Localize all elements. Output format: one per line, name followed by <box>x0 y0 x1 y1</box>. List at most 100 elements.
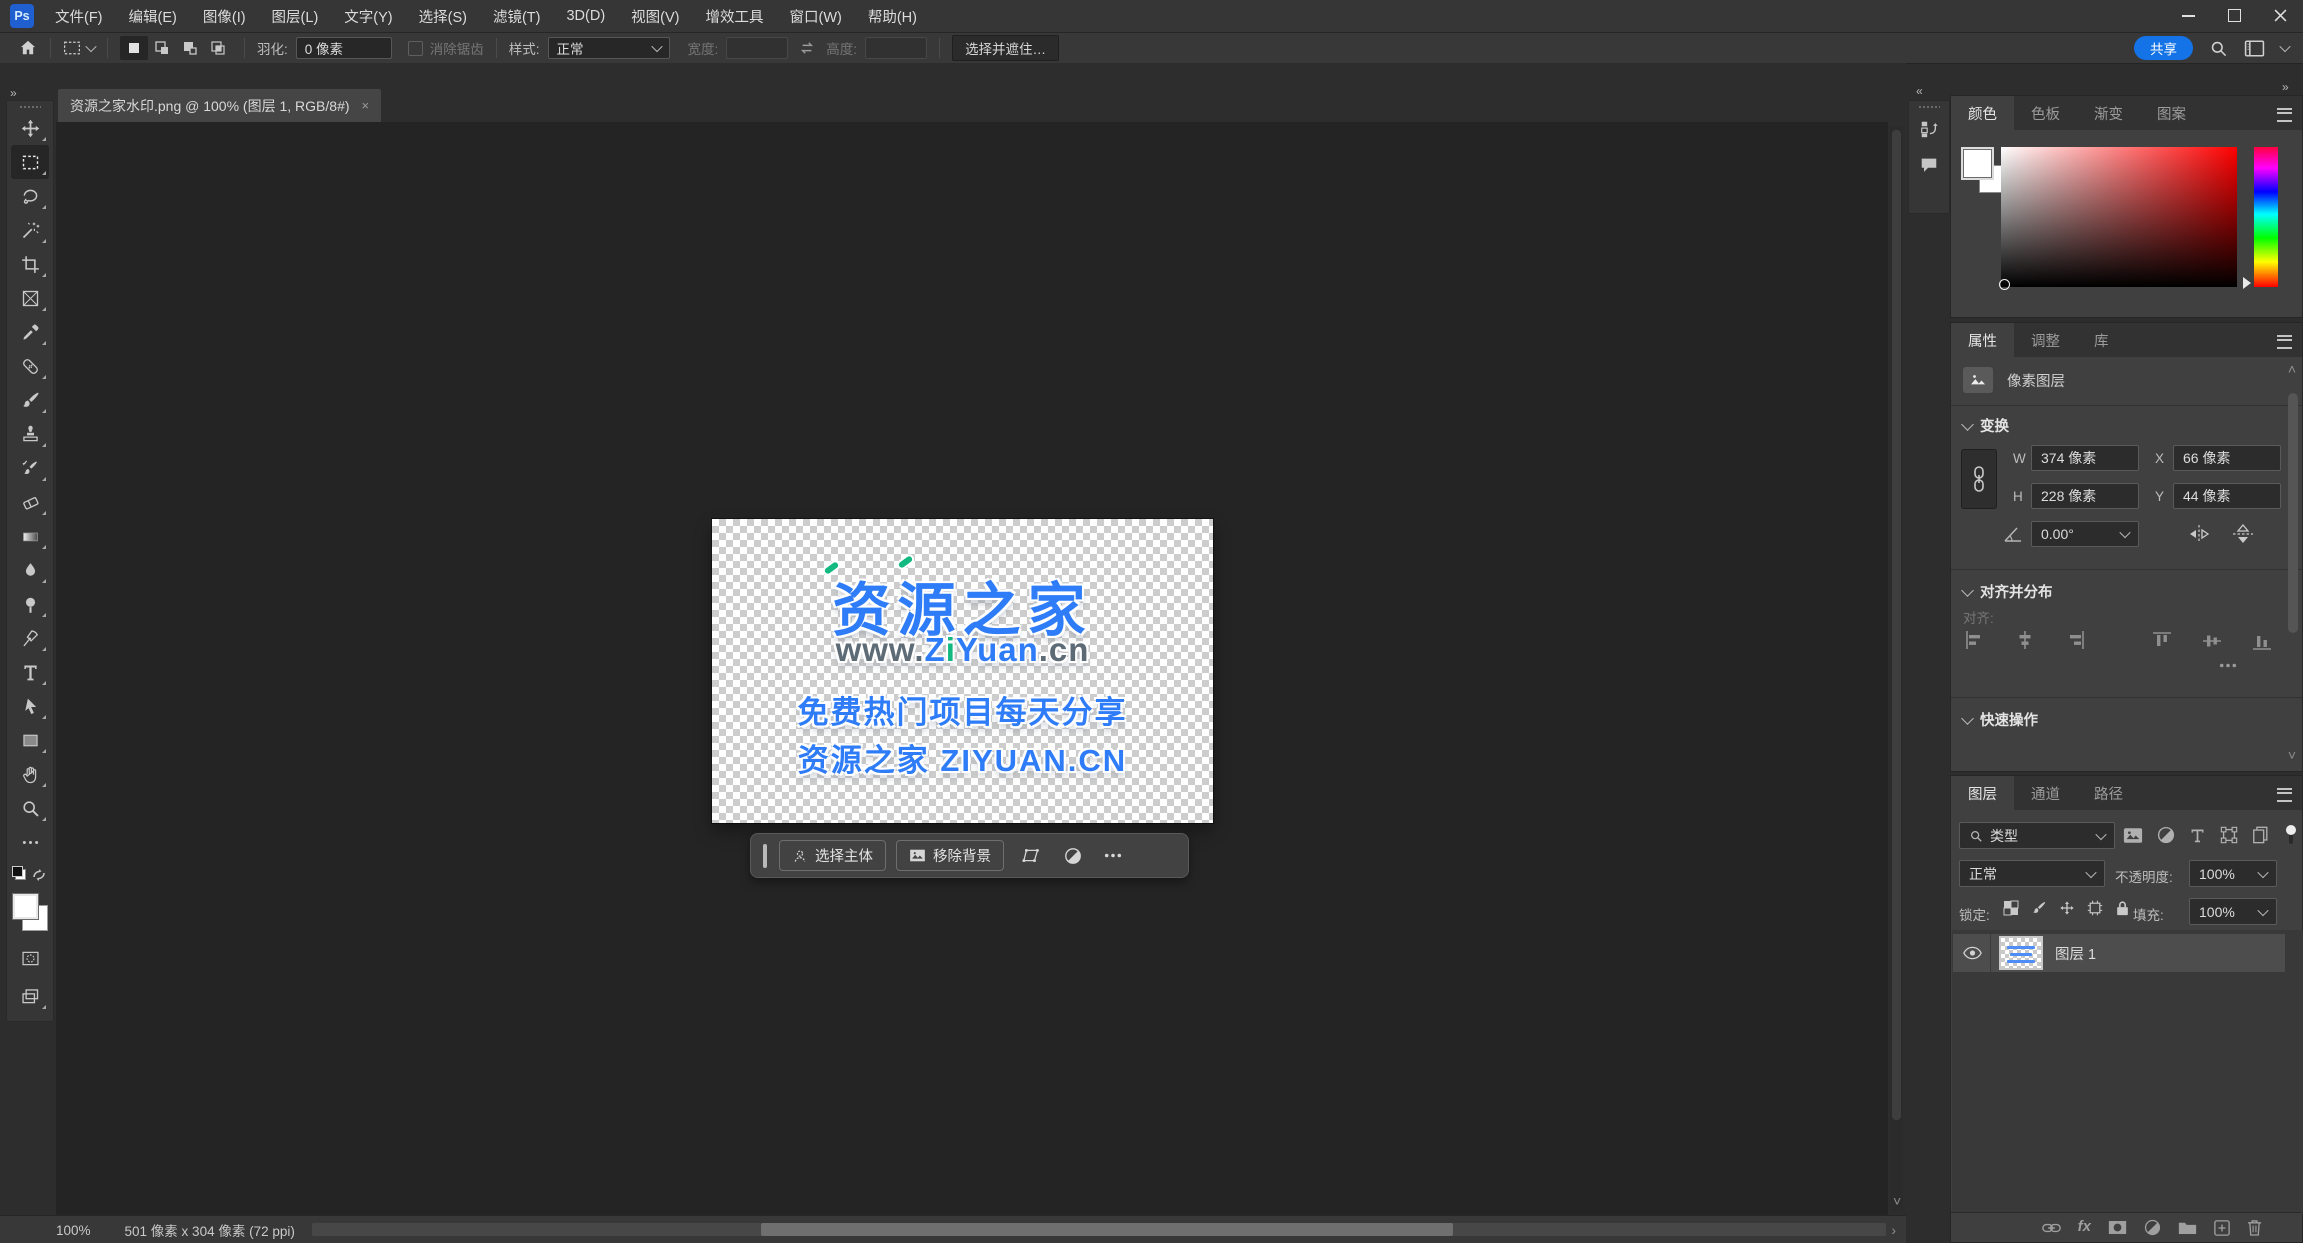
tab-channels[interactable]: 通道 <box>2014 776 2077 810</box>
adjustment-icon[interactable] <box>1056 841 1090 870</box>
new-layer-icon[interactable] <box>2214 1219 2230 1236</box>
select-subject-button[interactable]: 选择主体 <box>779 840 886 871</box>
menu-item-edit[interactable]: 编辑(E) <box>116 0 190 32</box>
edit-toolbar-button[interactable] <box>11 825 49 859</box>
document-tab[interactable]: 资源之家水印.png @ 100% (图层 1, RGB/8#) × <box>58 89 382 122</box>
filter-shape-icon[interactable] <box>2220 826 2238 844</box>
more-align-options-icon[interactable] <box>2219 663 2237 668</box>
home-icon[interactable] <box>18 38 38 58</box>
search-icon[interactable] <box>2209 39 2228 58</box>
comment-panel-icon[interactable] <box>1911 147 1947 183</box>
new-group-icon[interactable] <box>2178 1220 2197 1235</box>
width-input[interactable] <box>726 37 789 59</box>
fill-input[interactable]: 100% <box>2189 898 2277 925</box>
align-center-vertical-icon[interactable] <box>2201 629 2225 651</box>
crop-tool[interactable] <box>11 247 49 281</box>
blur-tool[interactable] <box>11 553 49 587</box>
eye-icon[interactable] <box>1963 946 1982 960</box>
vertical-scrollbar-thumb[interactable] <box>1892 130 1901 1120</box>
panel-menu-icon[interactable] <box>2277 788 2292 802</box>
more-options-icon[interactable] <box>1096 841 1130 870</box>
transform-section-header[interactable]: 变换 <box>1961 415 2009 436</box>
menu-item-help[interactable]: 帮助(H) <box>855 0 930 32</box>
scroll-up-icon[interactable]: ˄ <box>2288 361 2296 377</box>
zoom-level[interactable]: 100% <box>56 1223 91 1238</box>
menu-item-filter[interactable]: 滤镜(T) <box>480 0 554 32</box>
flip-vertical-icon[interactable] <box>2231 523 2255 545</box>
menu-item-layer[interactable]: 图层(L) <box>259 0 332 32</box>
lock-position-icon[interactable] <box>2059 900 2075 916</box>
artboard[interactable]: 资源之家 www.ZiYuan.cn 免费热门项目每天分享 资源之家 ZIYUA… <box>712 519 1213 823</box>
filter-adjustment-icon[interactable] <box>2157 826 2175 844</box>
lock-artboard-icon[interactable] <box>2087 900 2103 916</box>
x-input[interactable]: 66 像素 <box>2173 445 2281 471</box>
remove-background-button[interactable]: 移除背景 <box>896 840 1004 871</box>
style-select[interactable]: 正常 <box>547 37 670 59</box>
feather-input[interactable]: 0 像素 <box>295 37 392 59</box>
transform-icon[interactable] <box>1014 841 1048 870</box>
scroll-down-icon[interactable]: ˅ <box>1893 1193 1901 1209</box>
hue-slider-marker[interactable] <box>2243 277 2251 289</box>
scroll-down-icon[interactable]: ˅ <box>2288 747 2296 763</box>
properties-scrollbar-thumb[interactable] <box>2288 393 2298 633</box>
foreground-background-colors[interactable] <box>10 891 50 933</box>
tab-adjustments[interactable]: 调整 <box>2014 323 2077 357</box>
rectangle-tool[interactable] <box>11 723 49 757</box>
y-input[interactable]: 44 像素 <box>2173 483 2281 509</box>
add-mask-icon[interactable] <box>2108 1220 2127 1235</box>
menu-item-file[interactable]: 文件(F) <box>42 0 116 32</box>
tab-close-icon[interactable]: × <box>362 98 370 113</box>
workspace-icon[interactable] <box>2244 40 2265 57</box>
tab-patterns[interactable]: 图案 <box>2140 96 2203 130</box>
quick-actions-section-header[interactable]: 快速操作 <box>1961 709 2038 730</box>
pen-tool[interactable] <box>11 621 49 655</box>
lock-transparency-icon[interactable] <box>2003 900 2019 916</box>
path-selection-tool[interactable] <box>11 689 49 723</box>
object-selection-tool[interactable] <box>11 213 49 247</box>
menu-item-3d[interactable]: 3D(D) <box>553 0 618 32</box>
panel-menu-icon[interactable] <box>2277 108 2292 122</box>
quick-mask-button[interactable] <box>11 941 49 975</box>
brush-tool[interactable] <box>11 383 49 417</box>
zoom-tool[interactable] <box>11 791 49 825</box>
strip-grip[interactable] <box>1918 105 1940 109</box>
lasso-tool[interactable] <box>11 179 49 213</box>
frame-tool[interactable] <box>11 281 49 315</box>
subtract-selection-icon[interactable] <box>176 36 204 60</box>
minimize-button[interactable] <box>2165 0 2211 31</box>
horizontal-scrollbar[interactable] <box>312 1223 1886 1236</box>
h-input[interactable]: 228 像素 <box>2031 483 2139 509</box>
tab-layers[interactable]: 图层 <box>1951 776 2014 810</box>
add-adjustment-icon[interactable] <box>2144 1219 2161 1236</box>
screen-mode-button[interactable] <box>11 979 49 1013</box>
lock-pixels-icon[interactable] <box>2031 900 2047 916</box>
tool-preset[interactable] <box>63 40 97 56</box>
swap-dimensions-icon[interactable] <box>798 41 816 55</box>
color-field[interactable] <box>1999 147 2237 290</box>
blend-mode-select[interactable]: 正常 <box>1959 860 2105 887</box>
flip-horizontal-icon[interactable] <box>2187 523 2211 545</box>
antialias-checkbox[interactable] <box>407 40 423 56</box>
layer-name[interactable]: 图层 1 <box>2055 943 2096 964</box>
history-panel-icon[interactable] <box>1911 111 1947 147</box>
tab-properties[interactable]: 属性 <box>1951 323 2014 357</box>
w-input[interactable]: 374 像素 <box>2031 445 2139 471</box>
menu-item-select[interactable]: 选择(S) <box>406 0 480 32</box>
layer-filter-select[interactable]: 类型 <box>1959 822 2115 849</box>
vertical-scrollbar[interactable]: ˅ <box>1890 126 1903 1211</box>
align-top-icon[interactable] <box>2151 629 2175 651</box>
filter-smart-object-icon[interactable] <box>2252 826 2269 844</box>
chevron-down-icon[interactable] <box>2279 40 2291 53</box>
color-field-cursor[interactable] <box>1999 279 2010 290</box>
swap-colors-control[interactable] <box>11 865 49 889</box>
tab-libraries[interactable]: 库 <box>2077 323 2126 357</box>
dock-expand-icon[interactable]: » <box>2282 80 2289 94</box>
share-button[interactable]: 共享 <box>2134 36 2193 60</box>
lock-all-icon[interactable] <box>2115 900 2130 916</box>
menu-item-type[interactable]: 文字(Y) <box>331 0 405 32</box>
trash-icon[interactable] <box>2247 1219 2262 1236</box>
eyedropper-tool[interactable] <box>11 315 49 349</box>
opacity-input[interactable]: 100% <box>2189 860 2277 887</box>
menu-item-plugins[interactable]: 增效工具 <box>693 0 777 32</box>
align-bottom-icon[interactable] <box>2251 629 2275 651</box>
